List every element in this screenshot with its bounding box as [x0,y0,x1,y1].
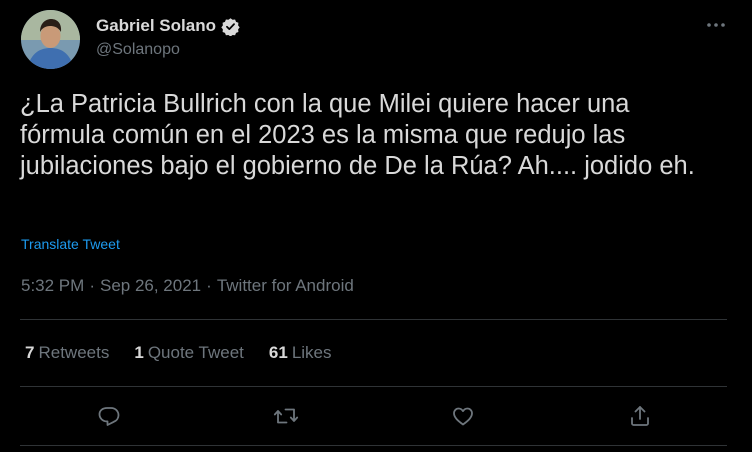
retweets-stat[interactable]: 7 Retweets [25,343,109,363]
tweet-meta: 5:32 PM · Sep 26, 2021 · Twitter for Android [21,276,354,296]
tweet-date[interactable]: Sep 26, 2021 [100,276,201,295]
meta-separator: · [206,276,212,295]
retweet-icon [273,404,299,428]
verified-badge-icon [221,17,240,36]
like-icon [451,404,475,428]
more-options-icon[interactable] [701,15,731,35]
tweet-time[interactable]: 5:32 PM [21,276,84,295]
tweet-text: ¿La Patricia Bullrich con la que Milei q… [20,90,695,180]
tweet-card: Gabriel Solano @Solanopo ¿La Patricia Bu… [0,0,752,452]
engagement-stats: 7 Retweets 1 Quote Tweet 61 Likes [25,343,357,363]
action-bar [0,394,752,438]
share-icon [628,404,652,428]
likes-label: Likes [291,343,332,362]
retweets-label: Retweets [38,343,110,362]
divider [20,386,727,387]
likes-count: 61 [268,343,288,362]
quotes-label: Quote Tweet [147,343,244,362]
divider [20,445,727,446]
retweets-count: 7 [25,343,35,362]
handle[interactable]: @Solanopo [96,41,180,59]
share-button[interactable] [624,400,656,432]
quotes-count: 1 [134,343,144,362]
like-button[interactable] [447,400,479,432]
display-name[interactable]: Gabriel Solano [96,16,216,36]
avatar[interactable] [21,10,80,69]
likes-stat[interactable]: 61 Likes [269,343,332,363]
tweet-source[interactable]: Twitter for Android [217,276,354,295]
reply-icon [97,404,121,428]
retweet-button[interactable] [270,400,302,432]
meta-separator: · [89,276,95,295]
author-row: Gabriel Solano [96,15,240,37]
reply-button[interactable] [93,400,125,432]
quote-tweets-stat[interactable]: 1 Quote Tweet [134,343,244,363]
translate-tweet-link[interactable]: Translate Tweet [21,236,120,252]
divider [20,319,727,320]
